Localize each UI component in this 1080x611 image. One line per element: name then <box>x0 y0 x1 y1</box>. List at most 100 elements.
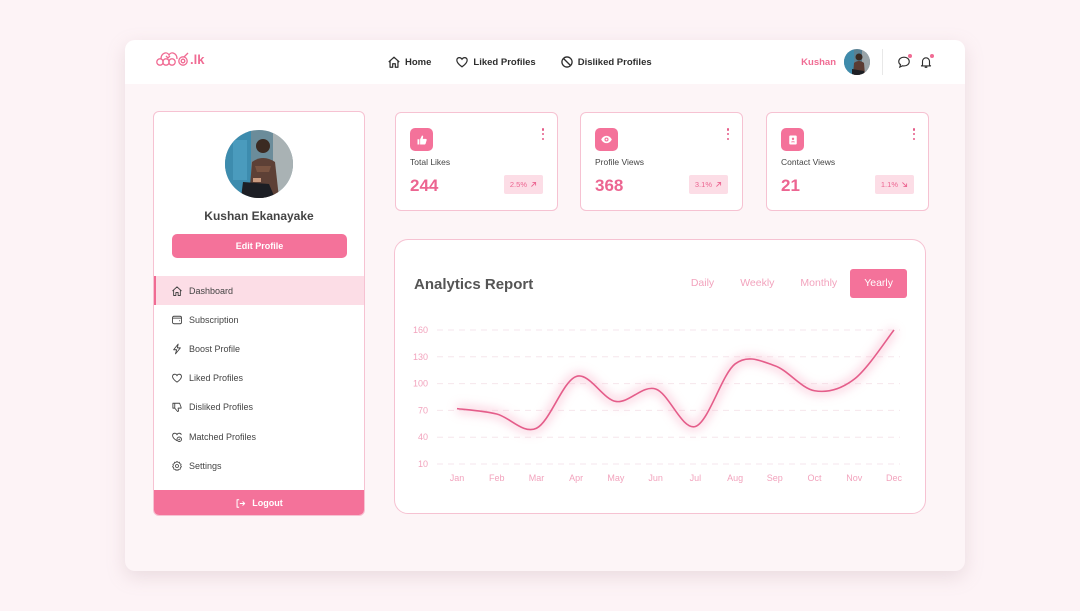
data-point-jun[interactable] <box>652 385 660 393</box>
line-glow <box>456 327 898 434</box>
matched-heart-icon <box>172 432 182 442</box>
stat-label: Profile Views <box>595 157 644 167</box>
x-tick-label: Aug <box>727 473 743 483</box>
main-nav: Home Liked Profiles Disliked Profiles <box>387 40 652 84</box>
contact-book-icon <box>781 128 804 151</box>
lightning-icon <box>173 343 181 355</box>
edit-profile-button[interactable]: Edit Profile <box>172 234 347 258</box>
heart-icon <box>456 57 469 68</box>
more-options-icon[interactable] <box>912 128 916 140</box>
y-tick-label: 160 <box>413 325 428 335</box>
home-icon <box>388 56 400 68</box>
x-tick-label: Nov <box>846 473 863 483</box>
sidebar-item-label: Dashboard <box>189 285 234 296</box>
stat-card-contact-views: Contact Views 21 1.1% <box>766 112 929 211</box>
x-tick-label: Jan <box>450 473 465 483</box>
data-point-oct[interactable] <box>811 387 819 395</box>
arrow-up-right-icon <box>716 181 722 187</box>
x-tick-label: Apr <box>569 473 583 483</box>
sidebar-item-label: Matched Profiles <box>189 431 257 442</box>
stat-label: Contact Views <box>781 157 836 167</box>
x-tick-label: Dec <box>886 473 903 483</box>
data-point-apr[interactable] <box>572 372 580 380</box>
nav-liked-label: Liked Profiles <box>473 56 536 68</box>
logo[interactable]: .lk <box>155 50 204 68</box>
sidebar-item-liked-profiles[interactable]: Liked Profiles <box>154 364 364 393</box>
trend-percent: 3.1% <box>694 180 712 189</box>
sidebar-item-label: Liked Profiles <box>189 373 244 384</box>
profile-name: Kushan Ekanayake <box>204 209 314 223</box>
trend-badge: 2.5% <box>503 175 543 194</box>
nav-disliked-label: Disliked Profiles <box>577 56 652 68</box>
user-name[interactable]: Kushan <box>801 57 836 68</box>
trend-percent: 1.1% <box>880 180 898 189</box>
sidebar-item-label: Subscription <box>189 314 239 325</box>
x-tick-label: Oct <box>808 473 823 483</box>
y-tick-label: 130 <box>413 352 428 362</box>
profile-sidebar: Kushan Ekanayake Edit Profile Dashboard … <box>153 111 365 516</box>
sidebar-item-dashboard[interactable]: Dashboard <box>154 276 364 306</box>
data-point-dec[interactable] <box>890 326 898 334</box>
y-tick-label: 100 <box>413 379 428 389</box>
stat-card-total-likes: Total Likes 244 2.5% <box>395 112 558 211</box>
data-point-sep[interactable] <box>771 362 779 370</box>
nav-home[interactable]: Home <box>387 55 431 69</box>
x-tick-label: Feb <box>489 473 505 483</box>
logout-icon <box>236 498 246 508</box>
avatar[interactable] <box>844 49 870 75</box>
stat-value: 244 <box>410 176 439 195</box>
sidebar-menu: Dashboard Subscription Boost Profile Lik… <box>154 276 364 480</box>
line-chart: 10 40 70 100 130 160 Jan Feb Mar Apr May Jun Jul Aug… <box>413 325 903 483</box>
sidebar-item-disliked-profiles[interactable]: Disliked Profiles <box>154 393 364 422</box>
logout-label: Logout <box>252 498 283 508</box>
sidebar-item-label: Boost Profile <box>189 343 241 354</box>
x-tick-label: Sep <box>767 473 783 483</box>
data-point-jul[interactable] <box>691 422 699 430</box>
wallet-icon <box>172 315 182 324</box>
user-area: Kushan <box>801 40 937 84</box>
sidebar-item-subscription[interactable]: Subscription <box>154 305 364 334</box>
data-point-may[interactable] <box>612 397 620 405</box>
divider <box>882 49 883 75</box>
x-tick-label: May <box>607 473 625 483</box>
y-tick-label: 10 <box>418 459 428 469</box>
sidebar-item-matched-profiles[interactable]: Matched Profiles <box>154 422 364 451</box>
y-tick-label: 70 <box>418 405 428 415</box>
ban-icon <box>560 56 573 68</box>
stat-value: 368 <box>595 176 624 195</box>
trend-badge: 1.1% <box>874 175 914 194</box>
eye-icon <box>595 128 618 151</box>
data-point-mar[interactable] <box>532 424 540 432</box>
analytics-card: Analytics Report Daily Weekly Monthly Ye… <box>394 239 926 514</box>
trend-percent: 2.5% <box>509 180 527 189</box>
x-tick-label: Jun <box>648 473 663 483</box>
top-navbar: .lk Home Liked Profiles Disliked Profile… <box>125 40 965 84</box>
nav-liked-profiles[interactable]: Liked Profiles <box>455 55 536 69</box>
data-point-jan[interactable] <box>453 405 461 413</box>
y-tick-label: 40 <box>418 432 428 442</box>
sidebar-item-label: Settings <box>189 460 222 471</box>
logo-icon <box>156 52 189 66</box>
more-options-icon[interactable] <box>726 128 730 140</box>
data-point-feb[interactable] <box>493 410 501 418</box>
thumbs-down-icon <box>172 403 182 413</box>
stat-label: Total Likes <box>410 157 451 167</box>
sidebar-item-label: Disliked Profiles <box>189 402 254 413</box>
data-point-aug[interactable] <box>731 360 739 368</box>
stat-value: 21 <box>781 176 800 195</box>
sidebar-item-settings[interactable]: Settings <box>154 451 364 480</box>
more-options-icon[interactable] <box>541 128 545 140</box>
nav-disliked-profiles[interactable]: Disliked Profiles <box>560 55 652 69</box>
notifications-button[interactable] <box>919 54 934 69</box>
logout-button[interactable]: Logout <box>154 490 364 515</box>
messages-button[interactable] <box>897 54 912 69</box>
data-point-nov[interactable] <box>850 375 858 383</box>
notification-dot <box>930 54 934 58</box>
logo-text: .lk <box>190 51 205 67</box>
trend-badge: 3.1% <box>688 175 728 194</box>
x-tick-label: Jul <box>690 473 702 483</box>
arrow-up-right-icon <box>531 181 537 187</box>
sidebar-item-boost-profile[interactable]: Boost Profile <box>154 334 364 363</box>
thumbs-up-icon <box>410 128 433 151</box>
profile-photo <box>225 130 293 198</box>
